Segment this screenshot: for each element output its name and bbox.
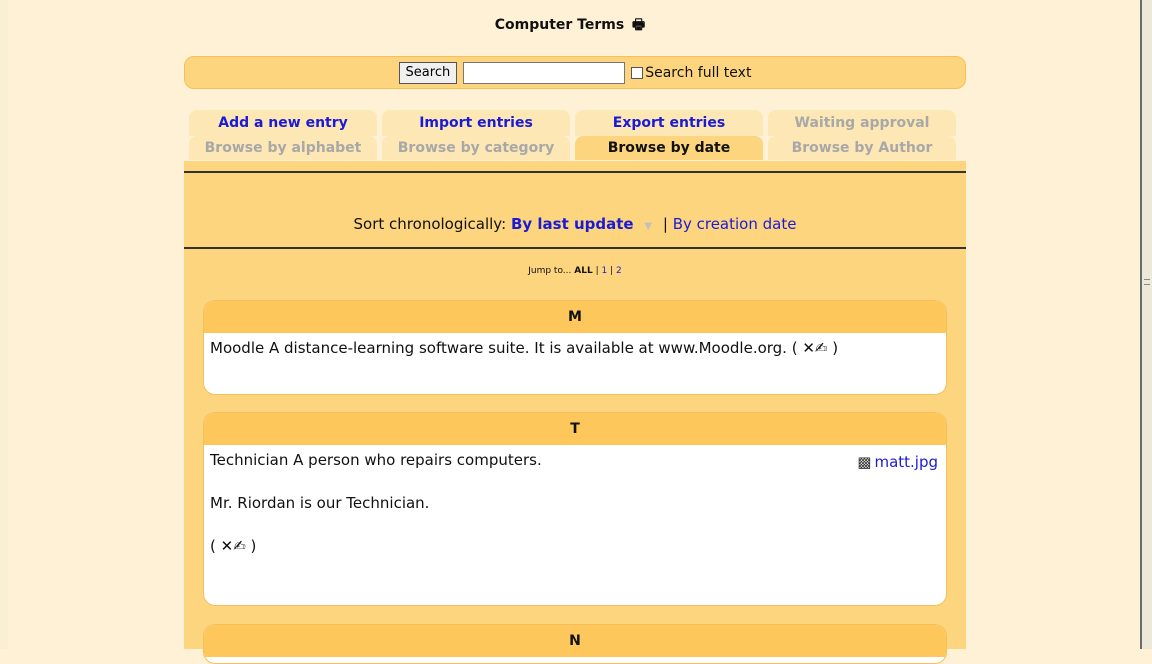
entry-body: Technician A person who repairs computer… bbox=[204, 445, 946, 561]
left-frame-edge bbox=[0, 0, 8, 649]
entry-body: Moodle A distance-learning software suit… bbox=[204, 333, 946, 363]
divider-bottom bbox=[184, 247, 966, 249]
search-bar: Search Search full text bbox=[184, 56, 966, 89]
entry-card: M Moodle A distance-learning software su… bbox=[203, 300, 947, 395]
page-title: Computer Terms 🖶 bbox=[0, 14, 1140, 38]
tab-browse-date[interactable]: Browse by date bbox=[575, 136, 763, 160]
sort-separator: | bbox=[662, 215, 668, 233]
entry-card: T Technician A person who repairs comput… bbox=[203, 412, 947, 606]
attachment-link[interactable]: ▩ matt.jpg bbox=[857, 453, 938, 471]
sort-by-last-update[interactable]: By last update bbox=[511, 215, 634, 233]
sort-desc-arrow-icon[interactable]: ▼ bbox=[644, 221, 652, 232]
jump-separator: | bbox=[595, 266, 599, 276]
jump-page-2[interactable]: 2 bbox=[616, 266, 622, 276]
entry-letter-header: N bbox=[204, 625, 946, 657]
vertical-scrollbar[interactable] bbox=[1140, 0, 1152, 649]
scroll-grip-icon[interactable] bbox=[1144, 279, 1150, 285]
tab-browse-author[interactable]: Browse by Author bbox=[768, 136, 956, 160]
jump-separator: | bbox=[610, 266, 614, 276]
entry-edit-delete-icons[interactable]: ( ✕✍ ) bbox=[210, 537, 940, 555]
page-title-text: Computer Terms bbox=[494, 17, 625, 33]
search-button[interactable]: Search bbox=[398, 61, 458, 84]
search-input[interactable] bbox=[463, 61, 626, 84]
tab-export-entries[interactable]: Export entries bbox=[575, 110, 763, 136]
jump-page-1[interactable]: 1 bbox=[602, 266, 608, 276]
jump-all: ALL bbox=[574, 266, 593, 276]
image-file-icon: ▩ bbox=[857, 453, 872, 471]
entry-definition: Technician A person who repairs computer… bbox=[210, 451, 542, 469]
tab-add-entry[interactable]: Add a new entry bbox=[189, 110, 377, 136]
tab-browse-alphabet[interactable]: Browse by alphabet bbox=[189, 136, 377, 160]
divider-top bbox=[184, 171, 966, 173]
search-fulltext-checkbox[interactable]: Search full text bbox=[631, 65, 751, 81]
sort-label: Sort chronologically: bbox=[353, 215, 507, 233]
sort-by-creation-date[interactable]: By creation date bbox=[673, 215, 797, 233]
entry-letter-header: T bbox=[204, 413, 946, 445]
entry-definition: Moodle A distance-learning software suit… bbox=[210, 339, 787, 357]
search-fulltext-label: Search full text bbox=[645, 64, 752, 81]
jump-to-pagination: Jump to... ALL | 1 | 2 bbox=[184, 266, 966, 276]
tab-browse-category[interactable]: Browse by category bbox=[382, 136, 570, 160]
entry-edit-delete-icons[interactable]: ( ✕✍ ) bbox=[792, 339, 838, 357]
attachment-filename[interactable]: matt.jpg bbox=[874, 453, 938, 471]
jump-label: Jump to... bbox=[528, 266, 572, 276]
entry-card: N bbox=[203, 624, 947, 664]
tab-import-entries[interactable]: Import entries bbox=[382, 110, 570, 136]
sort-controls: Sort chronologically: By last update ▼ |… bbox=[184, 215, 966, 233]
entry-definition-extra: Mr. Riordan is our Technician. bbox=[210, 494, 430, 512]
printer-icon[interactable]: 🖶 bbox=[632, 17, 645, 33]
entry-letter-header: M bbox=[204, 301, 946, 333]
checkbox-icon[interactable] bbox=[631, 66, 644, 79]
tab-bar: Add a new entry Import entries Export en… bbox=[189, 110, 961, 160]
tab-waiting-approval: Waiting approval bbox=[768, 110, 956, 136]
